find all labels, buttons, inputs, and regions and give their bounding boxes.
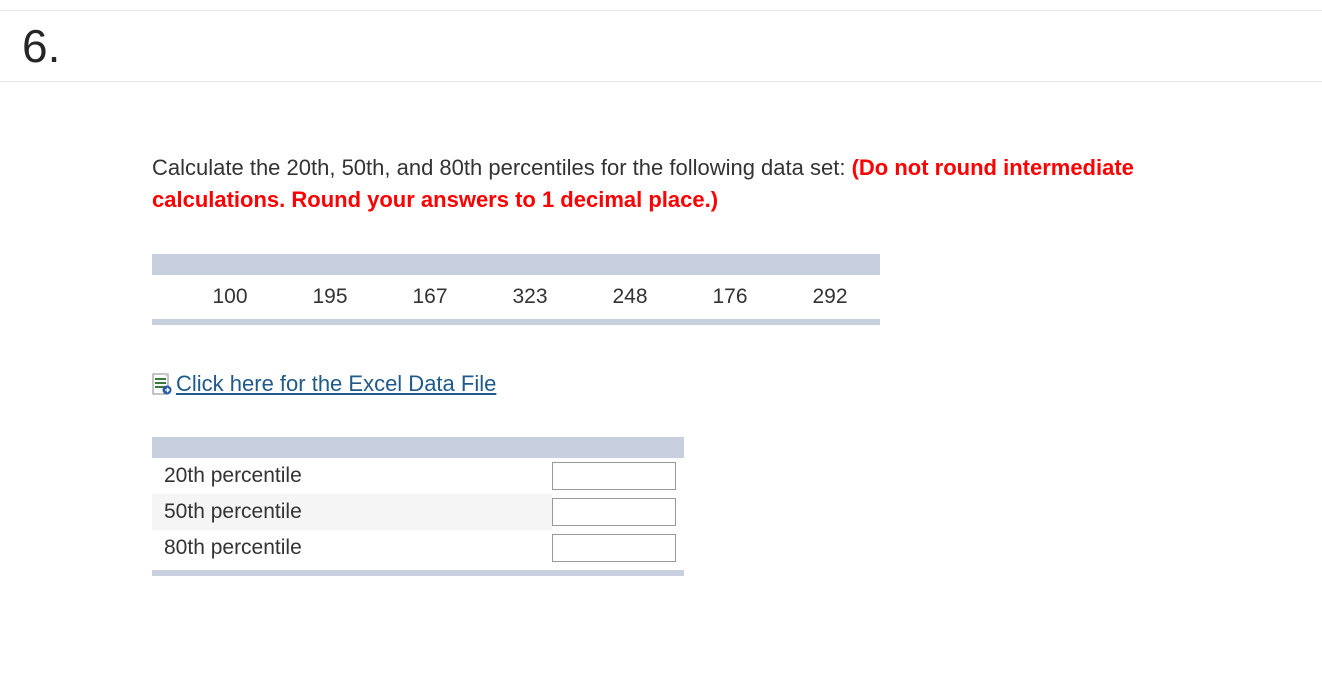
data-cell: 195 (280, 285, 380, 309)
answer-input-20th[interactable] (552, 462, 676, 490)
data-cell: 176 (680, 285, 780, 309)
data-table-footer-bar (152, 319, 880, 325)
answer-input-50th[interactable] (552, 498, 676, 526)
answer-label: 80th percentile (152, 530, 552, 566)
question-body: Calculate the 20th, 50th, and 80th perce… (0, 82, 1168, 576)
data-cell: 292 (780, 285, 880, 309)
answer-table-header-bar (152, 437, 684, 458)
question-number: 6. (22, 19, 1322, 73)
data-table-header-bar (152, 254, 880, 275)
question-prompt: Calculate the 20th, 50th, and 80th perce… (152, 152, 1168, 216)
excel-file-icon (152, 373, 172, 395)
answer-label: 50th percentile (152, 494, 552, 530)
data-cell: 100 (180, 285, 280, 309)
data-row: 100 195 167 323 248 176 292 (152, 275, 880, 319)
data-table: 100 195 167 323 248 176 292 (152, 254, 880, 325)
answer-row-50th: 50th percentile (152, 494, 684, 530)
data-cell: 323 (480, 285, 580, 309)
data-cell: 248 (580, 285, 680, 309)
answer-input-80th[interactable] (552, 534, 676, 562)
answer-row-80th: 80th percentile (152, 530, 684, 566)
question-header: 6. (0, 10, 1322, 82)
prompt-text: Calculate the 20th, 50th, and 80th perce… (152, 155, 852, 180)
answer-table-footer-bar (152, 570, 684, 576)
answer-label: 20th percentile (152, 458, 552, 494)
answer-row-20th: 20th percentile (152, 458, 684, 494)
excel-file-link[interactable]: Click here for the Excel Data File (176, 371, 496, 397)
data-cell: 167 (380, 285, 480, 309)
excel-file-row: Click here for the Excel Data File (152, 371, 1168, 397)
answer-table: 20th percentile 50th percentile 80th per… (152, 437, 684, 576)
